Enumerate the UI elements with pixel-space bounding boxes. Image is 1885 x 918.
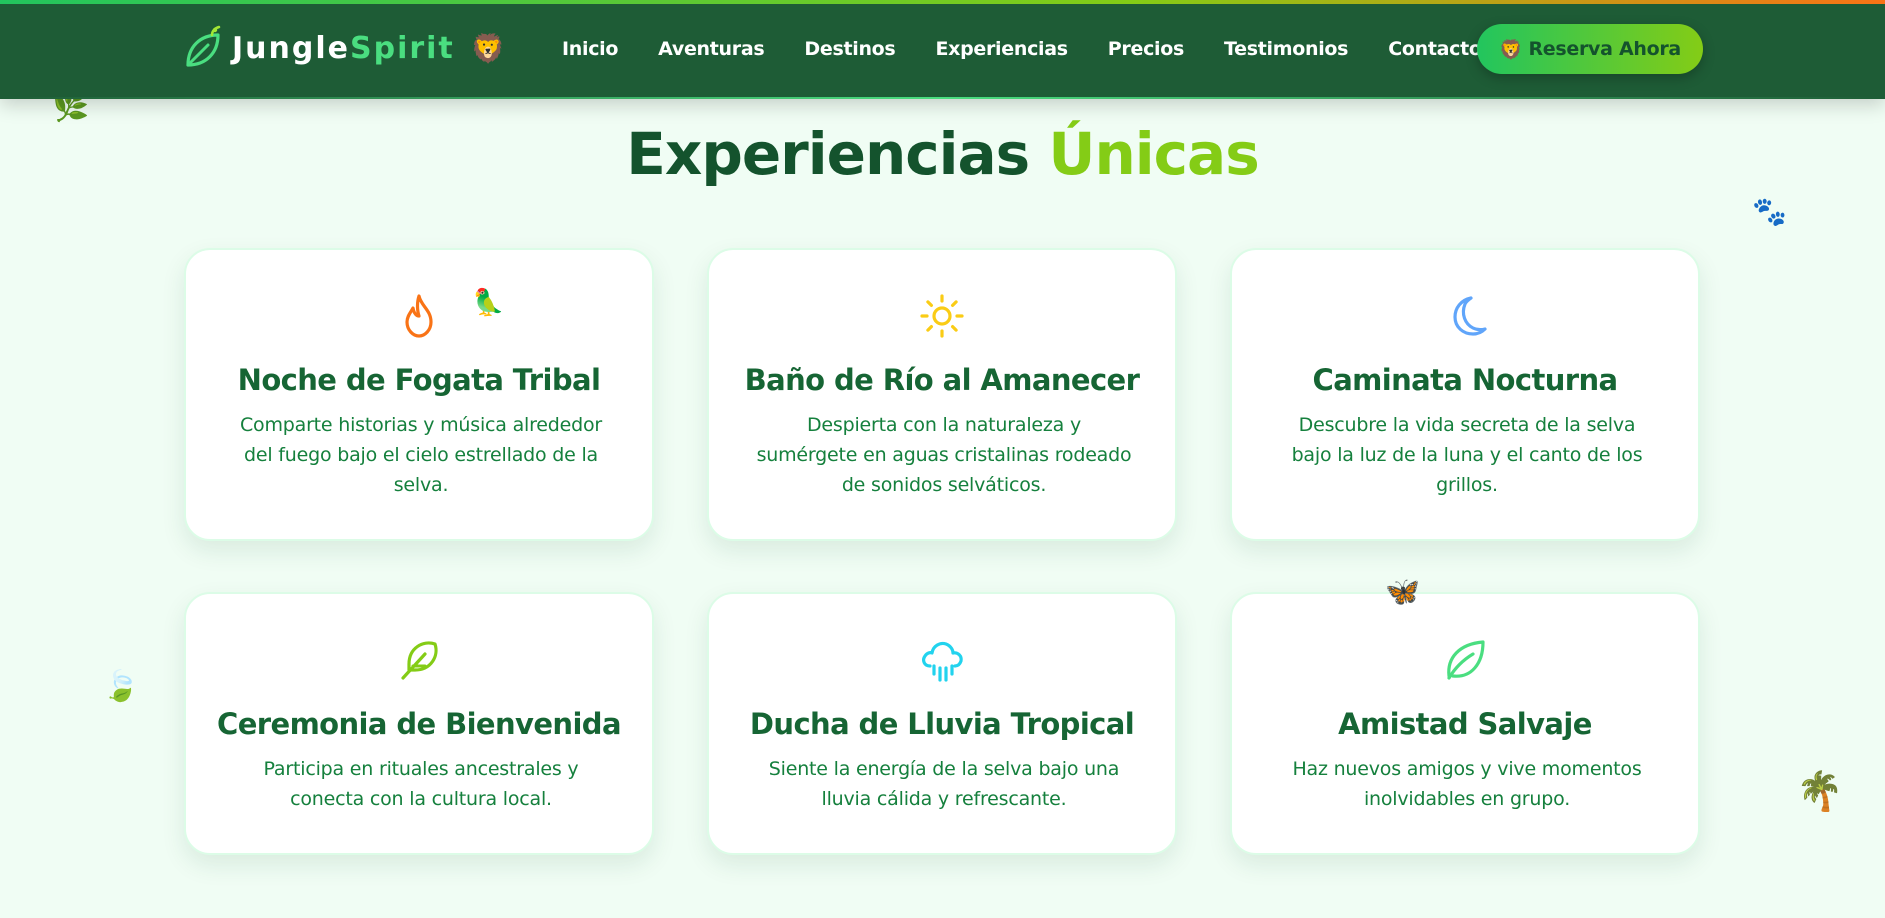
experience-card-caminata[interactable]: Caminata Nocturna Descubre la vida secre… [1230, 248, 1700, 541]
card-title: Caminata Nocturna [1312, 363, 1619, 397]
experience-card-ceremonia[interactable]: Ceremonia de Bienvenida Participa en rit… [184, 592, 654, 855]
flame-icon [405, 294, 433, 338]
leaves-icon: 🍃 [102, 669, 140, 704]
main-nav: Inicio Aventuras Destinos Experiencias P… [542, 30, 1502, 68]
reserve-now-button[interactable]: 🦁 Reserva Ahora [1477, 24, 1703, 74]
feather-icon [401, 641, 438, 680]
experience-card-fogata[interactable]: Noche de Fogata Tribal Comparte historia… [184, 248, 654, 541]
card-description: Comparte historias y música alrededor de… [239, 414, 603, 496]
card-description: Participa en rituales ancestrales y cone… [263, 758, 579, 810]
site-header: JungleSpirit 🦁 Inicio Aventuras Destinos… [0, 0, 1885, 99]
experience-card-rio[interactable]: Baño de Río al Amanecer Despierta con la… [707, 248, 1177, 541]
leaf-icon [1447, 640, 1485, 680]
nav-link-testimonios[interactable]: Testimonios [1204, 32, 1368, 66]
brand-name: JungleSpirit [232, 30, 455, 66]
leaf-logo-icon [186, 25, 221, 67]
card-description: Descubre la vida secreta de la selva baj… [1291, 414, 1643, 496]
section-title: Experiencias Únicas [626, 120, 1259, 188]
nav-link-destinos[interactable]: Destinos [784, 32, 915, 66]
card-title: Amistad Salvaje [1338, 707, 1592, 741]
parrot-icon: 🦜 [472, 288, 505, 318]
card-title: Noche de Fogata Tribal [237, 363, 601, 397]
nav-link-experiencias[interactable]: Experiencias [915, 32, 1087, 66]
experience-card-ducha[interactable]: Ducha de Lluvia Tropical Siente la energ… [707, 592, 1177, 855]
lion-icon: 🦁 [1499, 38, 1523, 61]
card-description: Siente la energía de la selva bajo una l… [768, 758, 1120, 810]
card-description: Despierta con la naturaleza y sumérgete … [756, 414, 1132, 496]
card-title: Ducha de Lluvia Tropical [749, 707, 1135, 741]
nav-link-inicio[interactable]: Inicio [542, 32, 638, 66]
nav-link-aventuras[interactable]: Aventuras [638, 32, 784, 66]
paws-icon: 🐾 [1752, 195, 1787, 228]
brand-logo[interactable]: JungleSpirit 🦁 [182, 22, 506, 74]
reserve-now-label: Reserva Ahora [1528, 38, 1681, 60]
nav-link-precios[interactable]: Precios [1088, 32, 1204, 66]
butterfly-icon: 🦋 [1385, 575, 1420, 608]
sun-icon [920, 294, 964, 338]
card-description: Haz nuevos amigos y vive momentos inolvi… [1292, 758, 1642, 810]
cloud-rain-icon [922, 641, 963, 682]
moon-icon [1453, 296, 1487, 336]
lion-icon: 🦁 [470, 31, 506, 65]
card-title: Baño de Río al Amanecer [744, 363, 1140, 397]
palm-tree-icon: 🌴 [1796, 769, 1844, 813]
card-title: Ceremonia de Bienvenida [217, 707, 621, 741]
experience-card-amistad[interactable]: Amistad Salvaje Haz nuevos amigos y vive… [1230, 592, 1700, 855]
